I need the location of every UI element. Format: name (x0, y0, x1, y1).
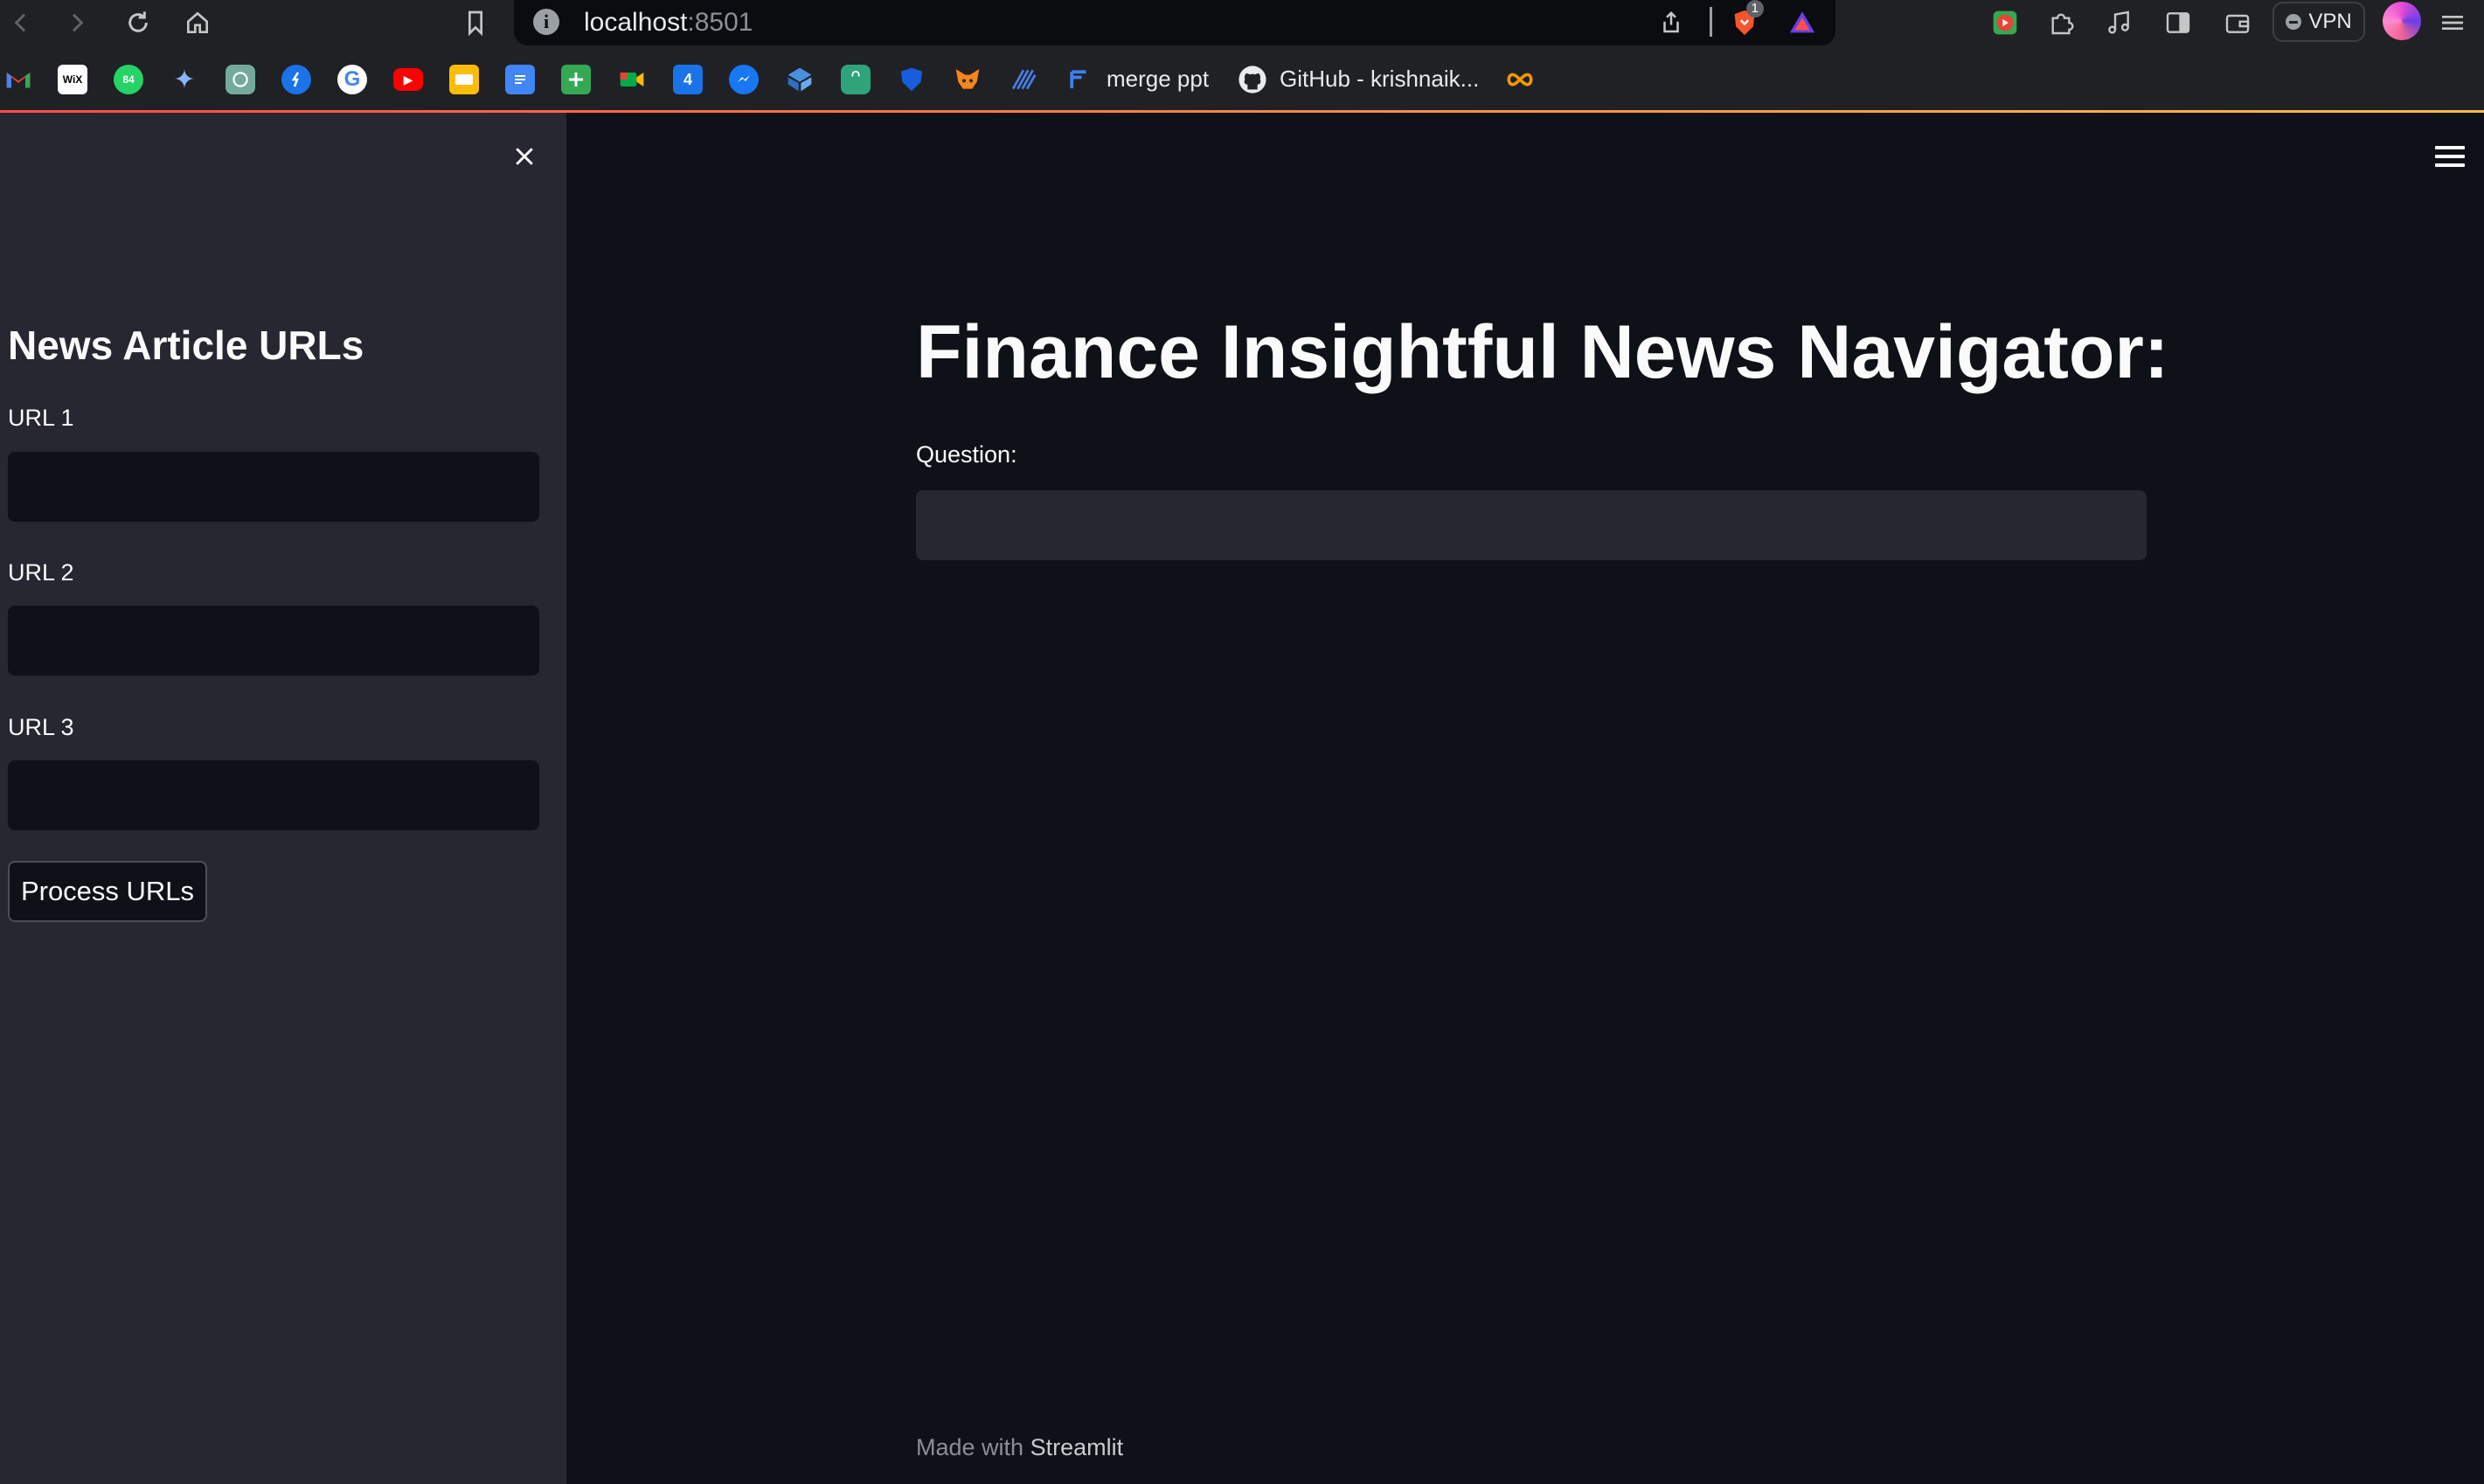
footer: Made with Streamlit (916, 1432, 1123, 1462)
blue-circle-icon[interactable] (281, 65, 311, 94)
sidebar-title: News Article URLs (8, 322, 364, 368)
site-info-icon[interactable]: i (533, 9, 559, 35)
youtube-ext-icon[interactable] (1988, 5, 2023, 40)
vpn-status-icon (2286, 14, 2302, 30)
menu-icon[interactable] (2435, 5, 2470, 40)
chatgpt-icon[interactable] (226, 65, 255, 94)
messenger-icon[interactable] (729, 65, 759, 94)
question-input[interactable] (916, 490, 2147, 560)
cube-icon[interactable] (785, 65, 815, 94)
streamlit-link[interactable]: Streamlit (1030, 1434, 1124, 1460)
url-1-label: URL 1 (8, 405, 74, 431)
wallet-icon[interactable] (2220, 5, 2255, 40)
home-icon[interactable] (180, 5, 215, 40)
address-port: :8501 (687, 8, 753, 37)
address-bar[interactable]: i localhost:8501 1 (514, 0, 1835, 45)
google-sheets-icon[interactable] (561, 65, 591, 94)
gmail-icon[interactable] (3, 65, 33, 94)
google-meet-icon[interactable] (617, 65, 647, 94)
forward-icon[interactable] (59, 5, 94, 40)
question-label: Question: (916, 441, 1017, 468)
url-2-label: URL 2 (8, 559, 74, 586)
main-content: Finance Insightful News Navigator: Quest… (566, 113, 2484, 1484)
bag-icon[interactable] (841, 65, 871, 94)
address-separator (1710, 7, 1712, 37)
browser-toolbar: i localhost:8501 1 VPN (0, 0, 2484, 49)
gemini-icon[interactable]: ✦ (170, 65, 199, 94)
google-docs-icon[interactable] (505, 65, 535, 94)
vpn-label: VPN (2308, 10, 2352, 33)
bookmarks-bar: WiX 84 ✦ G ▶ 4 merge ppt GitHub - krishn… (0, 49, 2484, 110)
bookmark-github[interactable]: GitHub - krishnaik... (1280, 63, 1479, 94)
calendar-icon[interactable]: 4 (673, 65, 703, 94)
infinity-icon[interactable] (1505, 65, 1535, 94)
waves-icon[interactable] (1009, 65, 1038, 94)
google-slides-icon[interactable] (449, 65, 479, 94)
brave-shield-icon[interactable]: 1 (1729, 0, 1764, 38)
url-2-input[interactable] (8, 606, 539, 676)
merge-ppt-icon[interactable] (1065, 65, 1094, 94)
bookmark-merge-ppt[interactable]: merge ppt (1107, 63, 1209, 94)
profile-avatar[interactable] (2383, 2, 2421, 40)
url-1-input[interactable] (8, 452, 539, 522)
address-text[interactable]: localhost:8501 (584, 5, 753, 40)
close-sidebar-icon[interactable] (507, 139, 542, 174)
media-icon[interactable] (2101, 5, 2136, 40)
shield-icon[interactable] (897, 65, 926, 94)
footer-prefix: Made with (916, 1434, 1030, 1460)
sidebar: News Article URLs URL 1 URL 2 URL 3 Proc… (0, 113, 566, 1484)
main-menu-icon[interactable] (2435, 146, 2465, 169)
sidebar-toggle-icon[interactable] (2161, 5, 2196, 40)
reload-icon[interactable] (121, 5, 156, 40)
back-icon[interactable] (3, 5, 38, 40)
google-icon[interactable]: G (337, 65, 367, 94)
extensions-icon[interactable] (2043, 5, 2078, 40)
url-3-input[interactable] (8, 760, 539, 830)
wix-icon[interactable]: WiX (58, 65, 87, 94)
github-icon[interactable] (1238, 65, 1267, 94)
url-3-label: URL 3 (8, 714, 74, 740)
metamask-icon[interactable] (953, 65, 982, 94)
process-urls-button[interactable]: Process URLs (8, 861, 207, 922)
address-host: localhost (584, 8, 688, 37)
bookmark-icon[interactable] (458, 5, 493, 40)
youtube-icon[interactable]: ▶ (393, 68, 423, 91)
brave-rewards-icon[interactable] (1787, 7, 1818, 38)
vpn-button[interactable]: VPN (2272, 2, 2365, 42)
shield-badge: 1 (1745, 0, 1764, 17)
whatsapp-icon[interactable]: 84 (114, 65, 143, 94)
page-title: Finance Insightful News Navigator: (916, 310, 2169, 394)
share-icon[interactable] (1655, 7, 1687, 38)
